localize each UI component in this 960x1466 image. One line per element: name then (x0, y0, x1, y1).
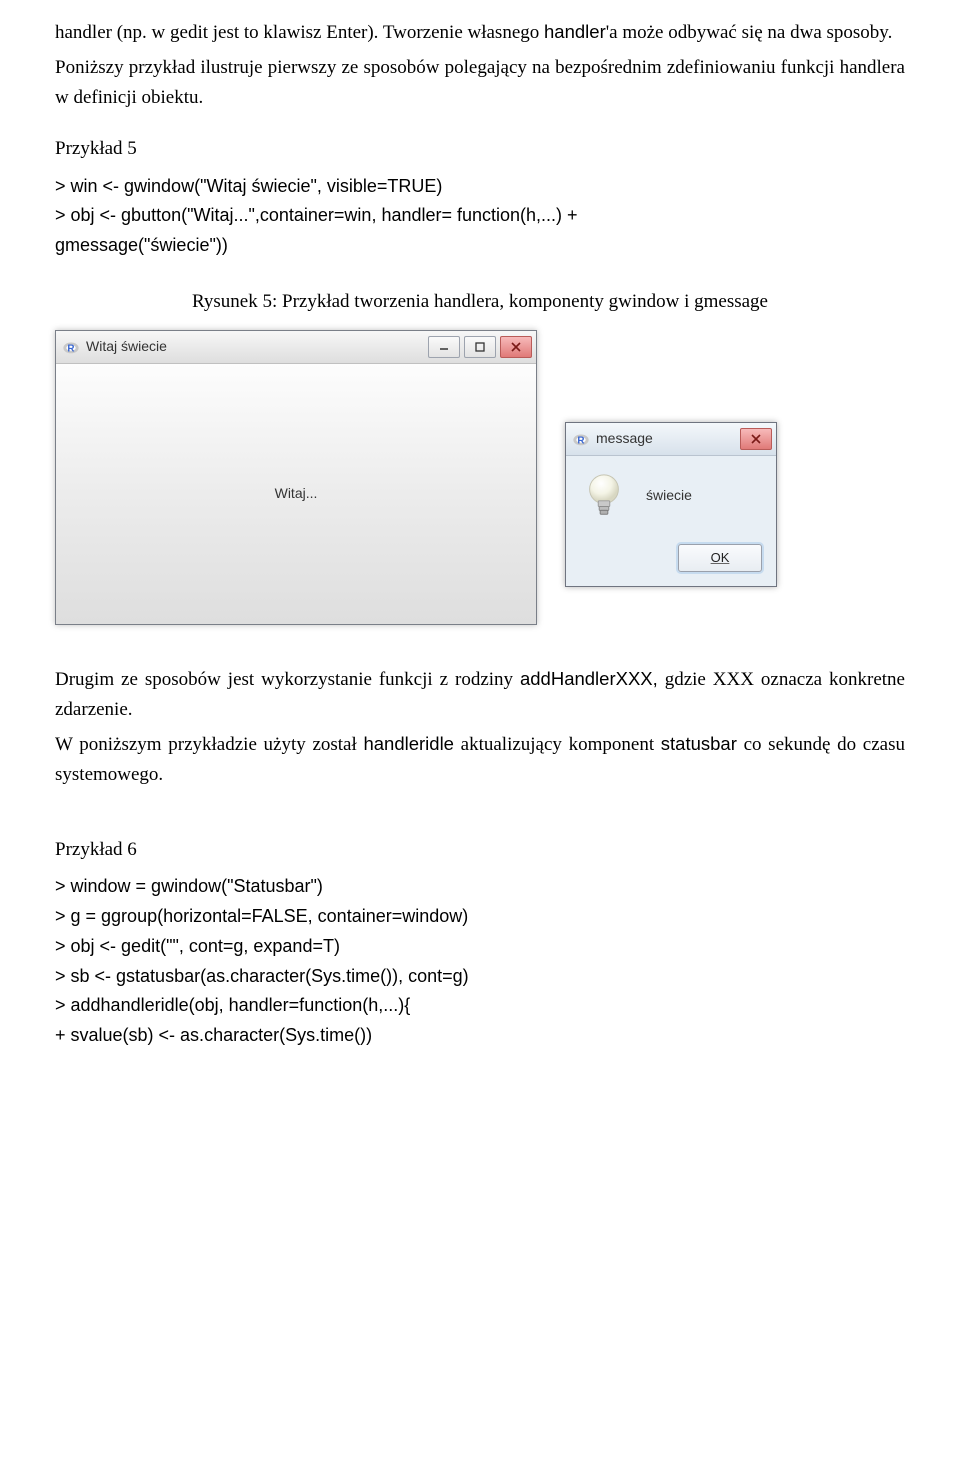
code-line: gmessage("świecie")) (55, 231, 905, 261)
dialog-body: świecie OK (566, 456, 776, 586)
close-button[interactable] (500, 336, 532, 358)
code-line: > obj <- gedit("", cont=g, expand=T) (55, 932, 905, 962)
dialog-title: message (596, 428, 740, 450)
code-line: + svalue(sb) <- as.character(Sys.time()) (55, 1021, 905, 1051)
inline-code-addhandlerxxx: addHandlerXXX, (520, 668, 658, 689)
maximize-button[interactable] (464, 336, 496, 358)
text: W poniższym przykładzie użyty został (55, 734, 363, 755)
text: handler (np. w gedit jest to klawisz Ent… (55, 22, 544, 43)
witaj-button[interactable]: Witaj... (265, 481, 328, 507)
svg-text:R: R (67, 344, 74, 355)
dialog-titlebar: R message (566, 423, 776, 456)
example5-code-block: > win <- gwindow("Witaj świecie", visibl… (55, 172, 905, 261)
dialog-controls (740, 428, 772, 450)
text: Drugim ze sposobów jest wykorzystanie fu… (55, 669, 520, 690)
code-line: > obj <- gbutton("Witaj...",container=wi… (55, 201, 905, 231)
intro-paragraph-2: Poniższy przykład ilustruje pierwszy ze … (55, 53, 905, 112)
window-controls (428, 336, 532, 358)
lightbulb-icon (580, 470, 628, 522)
figure5-caption: Rysunek 5: Przykład tworzenia handlera, … (55, 287, 905, 316)
r-logo-icon: R (62, 338, 80, 356)
minimize-button[interactable] (428, 336, 460, 358)
window-title: Witaj świecie (86, 336, 428, 358)
middle-paragraph-1: Drugim ze sposobów jest wykorzystanie fu… (55, 665, 905, 724)
code-line: > win <- gwindow("Witaj świecie", visibl… (55, 172, 905, 202)
inline-code-statusbar: statusbar (661, 733, 737, 754)
example5-label: Przykład 5 (55, 134, 905, 163)
close-button[interactable] (740, 428, 772, 450)
code-line: > addhandleridle(obj, handler=function(h… (55, 991, 905, 1021)
code-line: > window = gwindow("Statusbar") (55, 872, 905, 902)
titlebar: R Witaj świecie (56, 331, 536, 364)
example6-code-block: > window = gwindow("Statusbar") > g = gg… (55, 872, 905, 1050)
gmessage-dialog: R message (565, 422, 777, 587)
svg-text:R: R (577, 436, 584, 447)
inline-code-handler: handler (544, 21, 606, 42)
gwindow-witaj: R Witaj świecie Witaj... (55, 330, 537, 625)
text: aktualizujący komponent (454, 734, 661, 755)
figure5: R Witaj świecie Witaj... (55, 330, 905, 625)
inline-code-handleridle: handleridle (363, 733, 454, 754)
r-logo-icon: R (572, 430, 590, 448)
example6-label: Przykład 6 (55, 835, 905, 864)
code-line: > g = ggroup(horizontal=FALSE, container… (55, 902, 905, 932)
code-line: > sb <- gstatusbar(as.character(Sys.time… (55, 962, 905, 992)
intro-paragraph-1: handler (np. w gedit jest to klawisz Ent… (55, 18, 905, 47)
middle-paragraph-2: W poniższym przykładzie użyty został han… (55, 730, 905, 789)
dialog-message: świecie (646, 485, 692, 507)
ok-button[interactable]: OK (678, 544, 762, 572)
client-area: Witaj... (56, 364, 536, 624)
text: 'a może odbywać się na dwa sposoby. (606, 22, 893, 43)
